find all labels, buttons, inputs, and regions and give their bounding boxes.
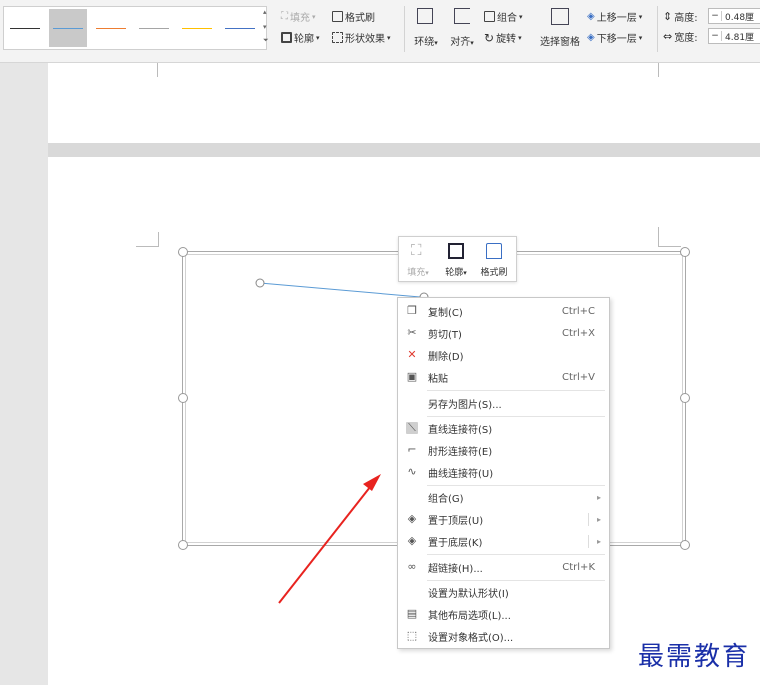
copy-icon: ❐: [407, 304, 417, 317]
layers-top-icon: ◈: [407, 512, 417, 525]
menu-item-paste[interactable]: ▣ 粘贴 Ctrl+V: [399, 367, 608, 388]
scissors-icon: ✂: [407, 326, 417, 339]
menu-label: 设置为默认形状(I): [428, 589, 509, 600]
menu-shortcut: Ctrl+K: [562, 562, 595, 573]
menu-item-more-layout[interactable]: ▤ 其他布局选项(L)...: [399, 604, 608, 625]
menu-separator: [427, 580, 605, 581]
connector-line[interactable]: [259, 282, 421, 298]
submenu-arrow-icon[interactable]: ▸: [597, 537, 601, 546]
context-menu: ❐ 复制(C) Ctrl+C ✂ 剪切(T) Ctrl+X ✕ 删除(D) ▣ …: [397, 297, 610, 649]
menu-label: 置于底层(K): [428, 538, 483, 549]
layers-bottom-icon: ◈: [407, 534, 417, 547]
submenu-split: [588, 513, 589, 526]
layout-options-icon: ▤: [406, 607, 418, 620]
menu-separator: [427, 485, 605, 486]
floating-mini-toolbar: ⛶ 填充▾ 轮廓▾ 格式刷: [398, 236, 517, 282]
menu-label: 剪切(T): [428, 330, 462, 341]
curved-connector-icon: ∿: [407, 465, 417, 478]
submenu-arrow-icon: ▸: [596, 493, 601, 502]
menu-label: 粘贴: [428, 374, 448, 385]
menu-label: 复制(C): [428, 308, 463, 319]
menu-item-hyperlink[interactable]: ∞ 超链接(H)... Ctrl+K: [399, 557, 608, 578]
menu-separator: [427, 390, 605, 391]
menu-label: 超链接(H)...: [428, 564, 483, 575]
mini-format-painter-button[interactable]: 格式刷: [475, 241, 513, 278]
outline-icon: [448, 243, 464, 259]
watermark-text: 最需教育: [638, 642, 751, 672]
menu-label: 删除(D): [428, 352, 464, 363]
mini-outline-label: 轮廓: [445, 268, 464, 278]
menu-item-save-as-picture[interactable]: 另存为图片(S)...: [399, 393, 608, 414]
menu-label: 曲线连接符(U): [428, 469, 494, 480]
menu-item-delete[interactable]: ✕ 删除(D): [399, 345, 608, 366]
menu-shortcut: Ctrl+V: [561, 372, 595, 383]
straight-connector-icon: ⟍: [406, 422, 418, 434]
menu-label: 其他布局选项(L)...: [428, 611, 511, 622]
menu-label: 置于顶层(U): [428, 516, 484, 527]
menu-item-bring-to-front[interactable]: ◈ 置于顶层(U) ▸: [399, 509, 608, 530]
submenu-arrow-icon[interactable]: ▸: [597, 515, 601, 524]
mini-outline-button[interactable]: 轮廓▾: [437, 241, 475, 278]
menu-item-curved-connector[interactable]: ∿ 曲线连接符(U): [399, 462, 608, 483]
menu-shortcut: Ctrl+X: [561, 328, 595, 339]
menu-item-group[interactable]: 组合(G) ▸: [399, 487, 608, 508]
menu-label: 设置对象格式(O)...: [428, 633, 514, 644]
mini-format-painter-label: 格式刷: [480, 268, 508, 278]
menu-item-cut[interactable]: ✂ 剪切(T) Ctrl+X: [399, 323, 608, 344]
menu-label: 肘形连接符(E): [428, 447, 493, 458]
format-painter-icon: [486, 243, 502, 259]
connector-endpoint-handle[interactable]: [255, 278, 265, 288]
menu-label: 组合(G): [428, 494, 464, 505]
red-pointer-arrow: [278, 474, 381, 604]
format-object-icon: ⬚: [406, 629, 418, 642]
overlay-graphics: [255, 278, 429, 604]
delete-x-icon: ✕: [407, 348, 417, 361]
menu-item-elbow-connector[interactable]: ⌐ 肘形连接符(E): [399, 440, 608, 461]
menu-separator: [427, 554, 605, 555]
menu-label: 另存为图片(S)...: [428, 400, 502, 411]
link-icon: ∞: [407, 560, 417, 573]
menu-label: 直线连接符(S): [428, 425, 493, 436]
menu-item-set-default-shape[interactable]: 设置为默认形状(I): [399, 582, 608, 603]
elbow-connector-icon: ⌐: [407, 443, 417, 456]
mini-fill-button[interactable]: ⛶ 填充▾: [399, 241, 437, 278]
mini-fill-label: 填充: [407, 268, 426, 278]
menu-item-straight-connector[interactable]: ⟍ 直线连接符(S): [399, 418, 608, 439]
clipboard-icon: ▣: [406, 370, 418, 383]
menu-item-copy[interactable]: ❐ 复制(C) Ctrl+C: [399, 301, 608, 322]
menu-item-send-to-back[interactable]: ◈ 置于底层(K) ▸: [399, 531, 608, 552]
menu-item-format-object[interactable]: ⬚ 设置对象格式(O)...: [399, 626, 608, 647]
menu-shortcut: Ctrl+C: [561, 306, 595, 317]
submenu-split: [588, 535, 589, 548]
menu-separator: [427, 416, 605, 417]
fill-bucket-icon: ⛶: [411, 241, 422, 259]
